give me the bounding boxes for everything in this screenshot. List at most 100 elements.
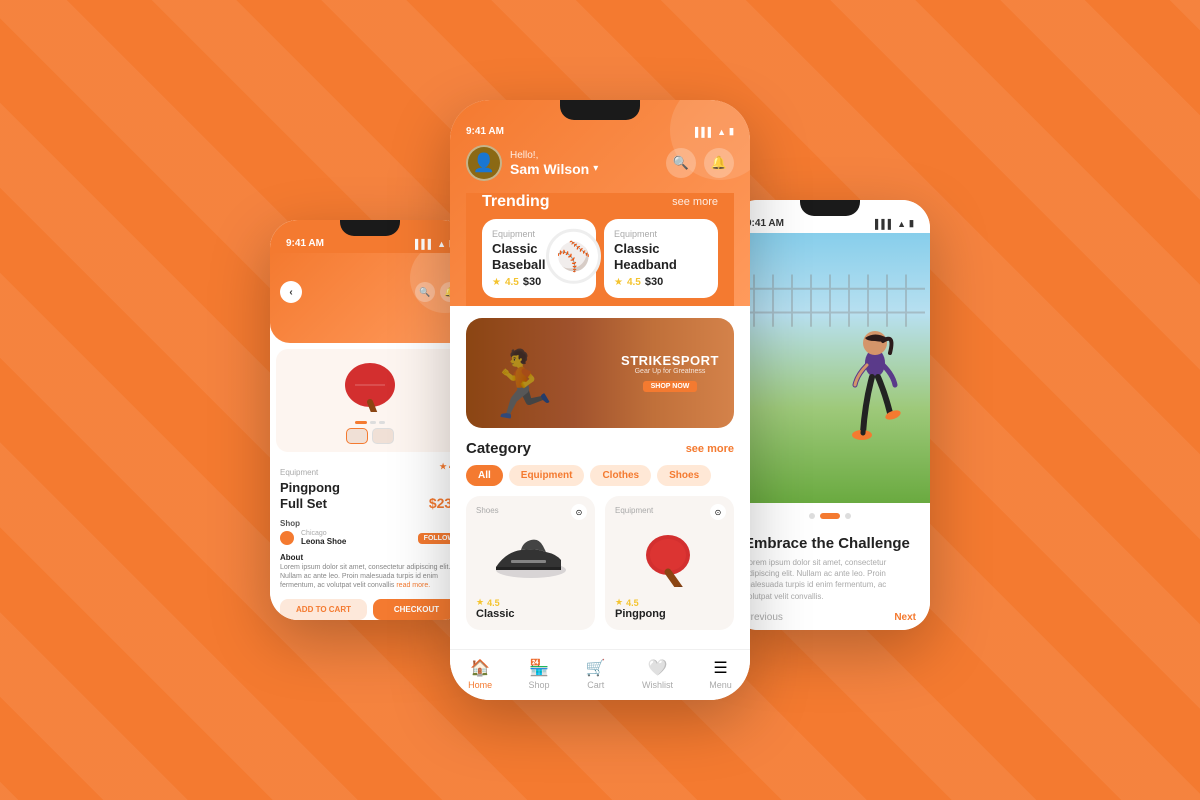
user-avatar: [466, 145, 502, 181]
seller-name: Leona Shoe: [301, 537, 346, 546]
dot-1[interactable]: [809, 513, 815, 519]
search-icon[interactable]: 🔍: [415, 282, 435, 302]
trending-see-more[interactable]: see more: [672, 196, 718, 208]
thumb-row: [284, 428, 456, 444]
signal-icon: ▌▌▌: [415, 239, 434, 249]
image-dots: [284, 421, 456, 424]
center-signal-icon: ▌▌▌: [695, 127, 714, 137]
action-buttons: ADD TO CART CHECKOUT: [270, 593, 470, 620]
category-section: Category see more All Equipment Clothes …: [466, 440, 734, 630]
category-filters: All Equipment Clothes Shoes: [466, 465, 734, 486]
baseball-rating: 4.5: [505, 277, 519, 288]
dot-active: [355, 421, 367, 424]
notification-button[interactable]: 🔔: [704, 148, 734, 178]
trending-section: Trending see more Equipment ClassicBaseb…: [466, 193, 734, 306]
next-button[interactable]: Next: [894, 612, 916, 623]
shoes-star: ★: [476, 597, 484, 608]
home-label: Home: [468, 680, 492, 690]
shop-label-nav: Shop: [528, 680, 549, 690]
filter-shoes[interactable]: Shoes: [657, 465, 711, 486]
shoe-svg: [491, 532, 571, 582]
center-status-icons: ▌▌▌ ▲ ▮: [695, 126, 734, 137]
headband-price: $30: [645, 276, 663, 288]
nav-home[interactable]: 🏠 Home: [468, 658, 492, 690]
right-time: 9:41 AM: [746, 218, 784, 229]
about-section: About Lorem ipsum dolor sit amet, consec…: [270, 550, 470, 593]
product-image-area: ♥ ⊞: [276, 349, 464, 452]
pingpong-category: Equipment: [615, 506, 724, 515]
left-status-icons: ▌▌▌ ▲ ▮: [415, 238, 454, 249]
cart-label: Cart: [587, 680, 604, 690]
shop-label: Shop: [280, 519, 460, 528]
user-left: Hello!, Sam Wilson ▾: [466, 145, 598, 181]
thumb-2[interactable]: [372, 428, 394, 444]
menu-icon: ☰: [713, 658, 727, 678]
center-top-area: 9:41 AM ▌▌▌ ▲ ▮ Hello!, Sam Wils: [450, 100, 750, 306]
checkout-button[interactable]: CHECKOUT: [373, 599, 460, 620]
nav-shop[interactable]: 🏪 Shop: [528, 658, 549, 690]
add-to-cart-button[interactable]: ADD TO CART: [280, 599, 367, 620]
filter-all[interactable]: All: [466, 465, 503, 486]
challenge-description: Lorem ipsum dolor sit amet, consectetur …: [744, 557, 916, 602]
right-wifi-icon: ▲: [897, 219, 906, 229]
left-header-nav: ‹ 🔍 🔔: [270, 253, 470, 311]
filter-equipment[interactable]: Equipment: [509, 465, 585, 486]
runner-figure-container: [825, 303, 915, 503]
dot-3[interactable]: [845, 513, 851, 519]
nav-cart[interactable]: 🛒 Cart: [586, 658, 606, 690]
dot-1: [370, 421, 376, 424]
menu-label: Menu: [709, 680, 732, 690]
category-label: Equipment: [280, 468, 318, 477]
bottom-navigation: 🏠 Home 🏪 Shop 🛒 Cart 🤍 Wishlist ☰: [450, 649, 750, 700]
nav-menu[interactable]: ☰ Menu: [709, 658, 732, 690]
trending-card-headband[interactable]: Equipment ClassicHeadband ★ 4.5 $30: [604, 219, 718, 298]
headband-rating: 4.5: [627, 277, 641, 288]
dot-2-active[interactable]: [820, 513, 840, 519]
shop-now-button[interactable]: SHOP NOW: [643, 381, 698, 392]
chevron-down-icon[interactable]: ▾: [593, 163, 598, 174]
center-wifi-icon: ▲: [717, 127, 726, 137]
product-card-pingpong[interactable]: Equipment ★ 4: [605, 496, 734, 630]
right-nav-row: Previous Next: [744, 612, 916, 623]
seller-city: Chicago: [301, 530, 346, 537]
cart-icon: 🛒: [586, 658, 606, 678]
home-icon: 🏠: [470, 658, 490, 678]
brand-sub: Gear Up for Greatness: [621, 368, 719, 375]
read-more-link[interactable]: read more.: [396, 582, 430, 589]
shoes-rating-row: ★ 4.5: [476, 597, 585, 608]
headband-category: Equipment: [614, 229, 708, 239]
product-info: Equipment ★ 4.5 Pingpong Full Set $230: [270, 458, 470, 515]
product-grid: Shoes ★: [466, 496, 734, 630]
right-status-icons: ▌▌▌ ▲ ▮: [875, 218, 914, 229]
category-see-more[interactable]: see more: [686, 443, 734, 455]
right-signal-icon: ▌▌▌: [875, 219, 894, 229]
trending-header: Trending see more: [482, 193, 718, 211]
category-header: Category see more: [466, 440, 734, 457]
left-phone: 9:41 AM ▌▌▌ ▲ ▮ ‹ 🔍 🔔: [270, 220, 470, 620]
product-card-shoes[interactable]: Shoes ★: [466, 496, 595, 630]
baseball-image: ⚾: [546, 228, 601, 283]
product-name-line2: Full Set: [280, 496, 327, 511]
search-button[interactable]: 🔍: [666, 148, 696, 178]
product-category: Equipment ★ 4.5: [280, 462, 460, 480]
nav-wishlist[interactable]: 🤍 Wishlist: [642, 658, 673, 690]
center-battery-icon: ▮: [729, 126, 734, 137]
pingpong-star: ★: [615, 597, 623, 608]
right-phone: 9:41 AM ▌▌▌ ▲ ▮: [730, 200, 930, 630]
runner-svg: [825, 303, 915, 503]
pagination-dots: [730, 503, 930, 527]
pingpong-rating: 4.5: [626, 598, 639, 608]
paddle-svg-grid: [630, 527, 710, 587]
thumb-1[interactable]: [346, 428, 368, 444]
headband-footer: ★ 4.5 $30: [614, 276, 708, 288]
left-phone-notch: [340, 220, 400, 236]
baseball-price: $30: [523, 276, 541, 288]
runner-photo: [730, 233, 930, 503]
trending-cards: Equipment ClassicBaseball ★ 4.5 $30 ⚾: [482, 219, 718, 298]
filter-clothes[interactable]: Clothes: [590, 465, 651, 486]
back-button[interactable]: ‹: [280, 281, 302, 303]
trending-title: Trending: [482, 193, 550, 211]
paddle-container: [325, 357, 415, 417]
trending-card-baseball[interactable]: Equipment ClassicBaseball ★ 4.5 $30 ⚾: [482, 219, 596, 298]
wifi-icon: ▲: [437, 239, 446, 249]
